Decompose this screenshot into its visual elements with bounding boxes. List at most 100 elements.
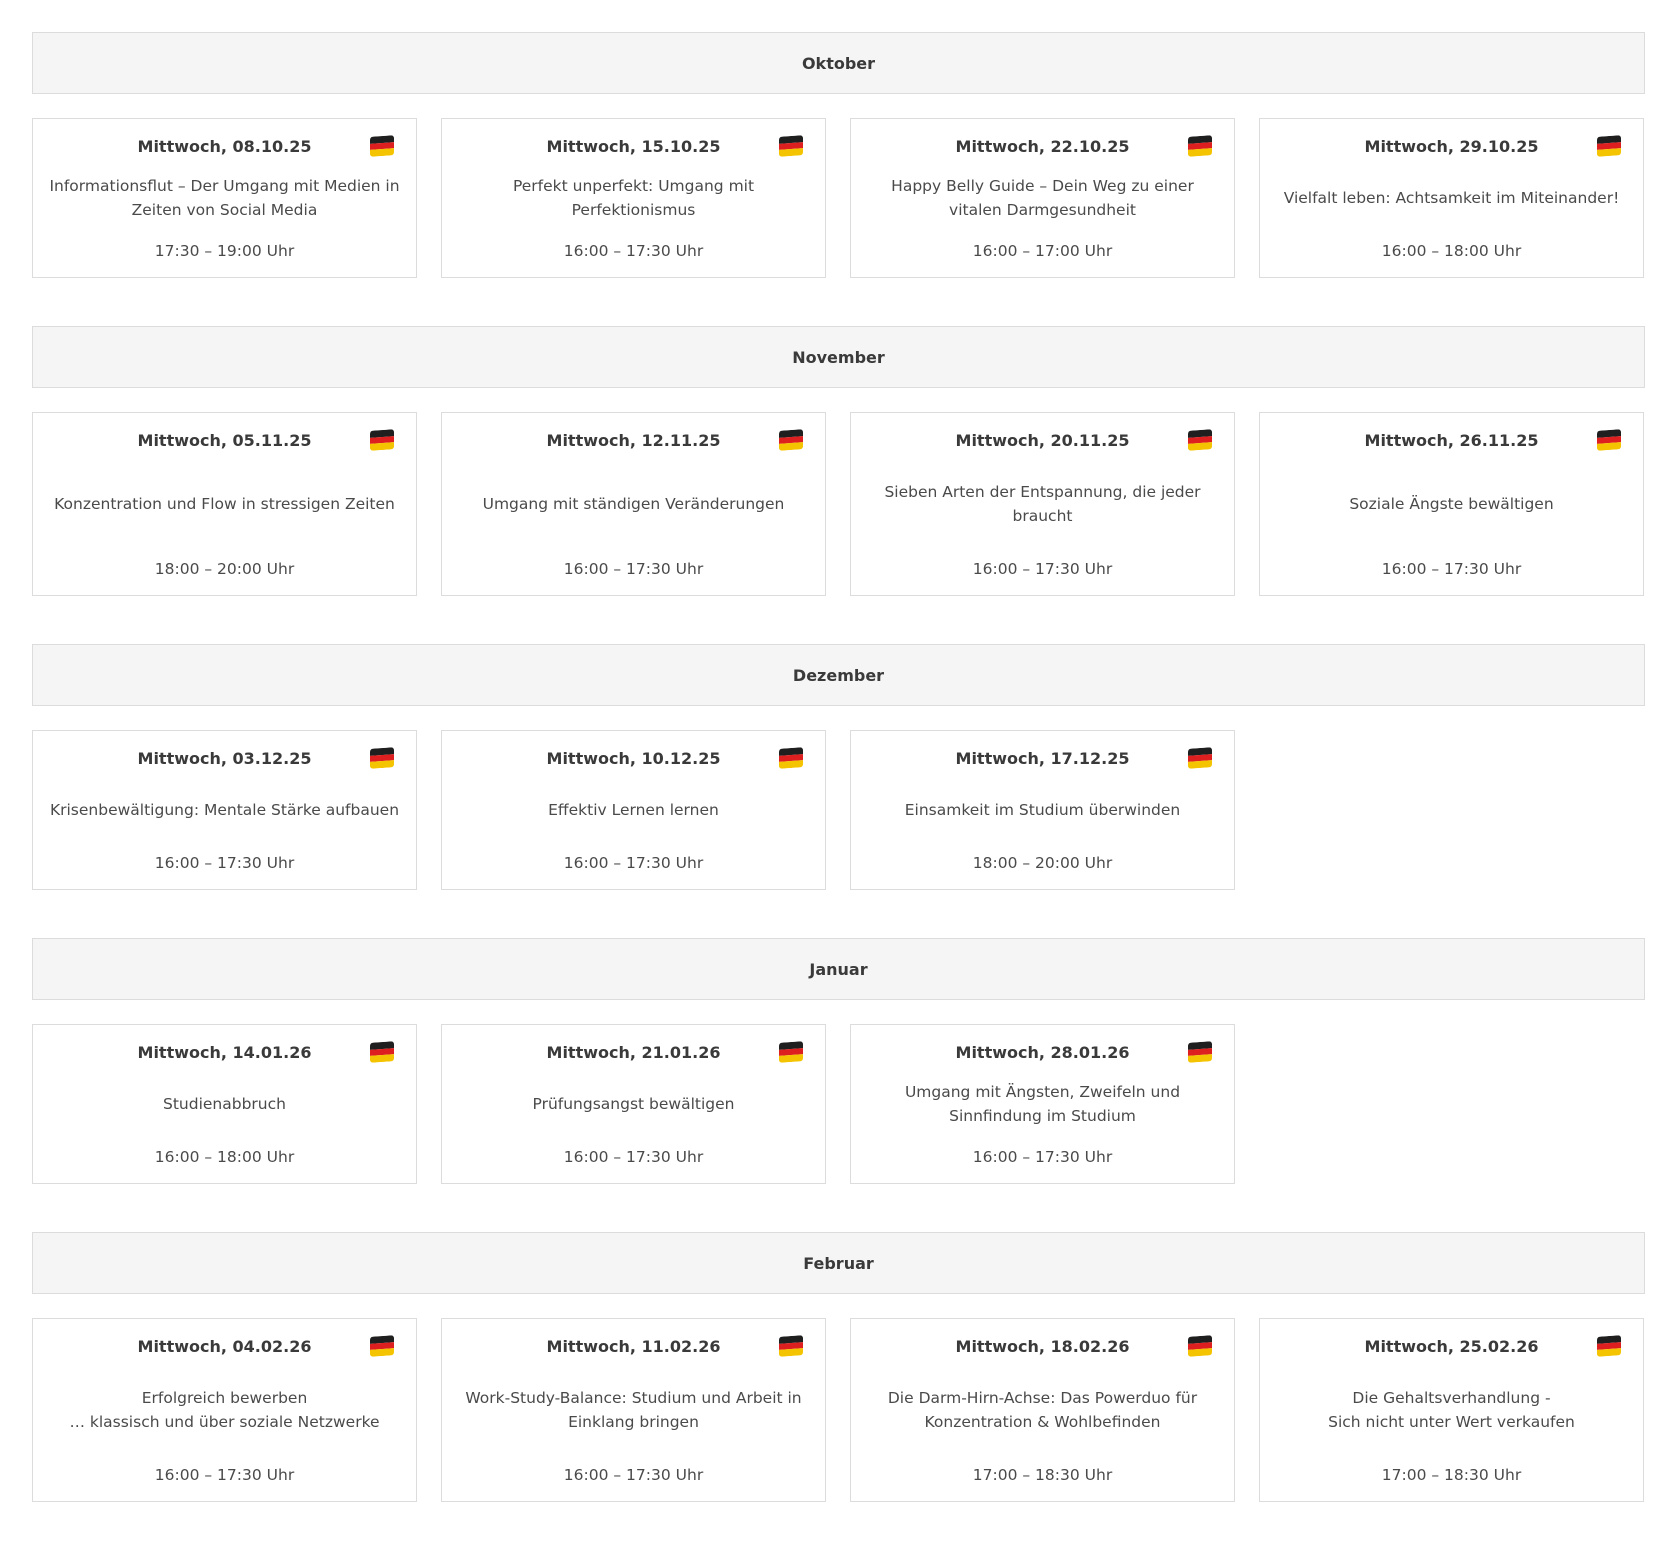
event-title: Studienabbruch (163, 1095, 286, 1113)
event-date: Mittwoch, 12.11.25 (546, 431, 721, 450)
german-flag-icon (370, 1041, 394, 1063)
event-schedule: Oktober Mittwoch, 08.10.25 Informationsf… (0, 0, 1645, 1502)
event-date: Mittwoch, 18.02.26 (955, 1337, 1130, 1356)
event-title: Vielfalt leben: Achtsamkeit im Miteinand… (1283, 189, 1620, 207)
event-time: 16:00 – 18:00 Uhr (1381, 242, 1522, 260)
german-flag-icon (1188, 1335, 1212, 1357)
event-time: 18:00 – 20:00 Uhr (154, 560, 295, 578)
event-date: Mittwoch, 10.12.25 (546, 749, 721, 768)
event-card[interactable]: Mittwoch, 05.11.25 Konzentration und Flo… (32, 412, 417, 596)
event-card[interactable]: Mittwoch, 03.12.25 Krisenbewältigung: Me… (32, 730, 417, 890)
event-date: Mittwoch, 17.12.25 (955, 749, 1130, 768)
month-section-november: November Mittwoch, 05.11.25 Konzentratio… (32, 326, 1645, 596)
month-header[interactable]: November (32, 326, 1645, 388)
german-flag-icon (370, 135, 394, 157)
event-card[interactable]: Mittwoch, 15.10.25 Perfekt unperfekt: Um… (441, 118, 826, 278)
event-card[interactable]: Mittwoch, 21.01.26 Prüfungsangst bewälti… (441, 1024, 826, 1184)
event-time: 18:00 – 20:00 Uhr (972, 854, 1113, 872)
event-date: Mittwoch, 11.02.26 (546, 1337, 721, 1356)
event-title: Umgang mit Ängsten, Zweifeln und Sinnfin… (904, 1083, 1181, 1125)
german-flag-icon (779, 135, 803, 157)
event-card[interactable]: Mittwoch, 12.11.25 Umgang mit ständigen … (441, 412, 826, 596)
event-date: Mittwoch, 04.02.26 (137, 1337, 312, 1356)
event-time: 16:00 – 17:30 Uhr (563, 854, 704, 872)
event-time: 16:00 – 17:30 Uhr (563, 1148, 704, 1166)
event-date: Mittwoch, 20.11.25 (955, 431, 1130, 450)
german-flag-icon (370, 1335, 394, 1357)
event-date: Mittwoch, 14.01.26 (137, 1043, 312, 1062)
event-title: Perfekt unperfekt: Umgang mit Perfektion… (512, 177, 755, 219)
event-time: 17:00 – 18:30 Uhr (972, 1466, 1113, 1484)
event-title: Die Gehaltsverhandlung - Sich nicht unte… (1328, 1389, 1575, 1431)
event-card[interactable]: Mittwoch, 11.02.26 Work-Study-Balance: S… (441, 1318, 826, 1502)
event-card[interactable]: Mittwoch, 17.12.25 Einsamkeit im Studium… (850, 730, 1235, 890)
event-time: 16:00 – 17:30 Uhr (563, 1466, 704, 1484)
event-date: Mittwoch, 08.10.25 (137, 137, 312, 156)
event-date: Mittwoch, 03.12.25 (137, 749, 312, 768)
event-time: 16:00 – 17:30 Uhr (972, 1148, 1113, 1166)
event-card[interactable]: Mittwoch, 25.02.26 Die Gehaltsverhandlun… (1259, 1318, 1644, 1502)
german-flag-icon (1188, 429, 1212, 451)
event-card[interactable]: Mittwoch, 14.01.26 Studienabbruch 16:00 … (32, 1024, 417, 1184)
german-flag-icon (779, 1041, 803, 1063)
german-flag-icon (1597, 1335, 1621, 1357)
event-time: 16:00 – 17:30 Uhr (154, 854, 295, 872)
event-title: Happy Belly Guide – Dein Weg zu einer vi… (891, 177, 1194, 219)
event-card[interactable]: Mittwoch, 04.02.26 Erfolgreich bewerben … (32, 1318, 417, 1502)
month-section-februar: Februar Mittwoch, 04.02.26 Erfolgreich b… (32, 1232, 1645, 1502)
german-flag-icon (779, 747, 803, 769)
event-time: 16:00 – 17:30 Uhr (563, 242, 704, 260)
event-title: Die Darm-Hirn-Achse: Das Powerduo für Ko… (887, 1389, 1198, 1431)
event-card-row: Mittwoch, 08.10.25 Informationsflut – De… (32, 118, 1645, 278)
month-header[interactable]: Dezember (32, 644, 1645, 706)
german-flag-icon (779, 429, 803, 451)
event-date: Mittwoch, 26.11.25 (1364, 431, 1539, 450)
month-header[interactable]: Oktober (32, 32, 1645, 94)
event-date: Mittwoch, 21.01.26 (546, 1043, 721, 1062)
event-card[interactable]: Mittwoch, 28.01.26 Umgang mit Ängsten, Z… (850, 1024, 1235, 1184)
month-header[interactable]: Februar (32, 1232, 1645, 1294)
event-title: Einsamkeit im Studium überwinden (904, 801, 1181, 819)
event-title: Erfolgreich bewerben … klassisch und übe… (69, 1389, 380, 1431)
event-card[interactable]: Mittwoch, 20.11.25 Sieben Arten der Ents… (850, 412, 1235, 596)
event-card-row: Mittwoch, 14.01.26 Studienabbruch 16:00 … (32, 1024, 1645, 1184)
event-time: 16:00 – 17:30 Uhr (563, 560, 704, 578)
event-card[interactable]: Mittwoch, 18.02.26 Die Darm-Hirn-Achse: … (850, 1318, 1235, 1502)
event-card[interactable]: Mittwoch, 29.10.25 Vielfalt leben: Achts… (1259, 118, 1644, 278)
event-date: Mittwoch, 25.02.26 (1364, 1337, 1539, 1356)
event-title: Krisenbewältigung: Mentale Stärke aufbau… (49, 801, 400, 819)
event-title: Sieben Arten der Entspannung, die jeder … (884, 483, 1201, 525)
event-time: 16:00 – 18:00 Uhr (154, 1148, 295, 1166)
german-flag-icon (1597, 429, 1621, 451)
event-title: Konzentration und Flow in stressigen Zei… (54, 495, 395, 513)
event-card[interactable]: Mittwoch, 26.11.25 Soziale Ängste bewält… (1259, 412, 1644, 596)
german-flag-icon (779, 1335, 803, 1357)
event-time: 17:00 – 18:30 Uhr (1381, 1466, 1522, 1484)
german-flag-icon (1188, 1041, 1212, 1063)
event-title: Soziale Ängste bewältigen (1349, 495, 1554, 513)
event-time: 16:00 – 17:30 Uhr (154, 1466, 295, 1484)
event-card[interactable]: Mittwoch, 10.12.25 Effektiv Lernen lerne… (441, 730, 826, 890)
event-time: 16:00 – 17:30 Uhr (972, 560, 1113, 578)
event-card-row: Mittwoch, 04.02.26 Erfolgreich bewerben … (32, 1318, 1645, 1502)
event-time: 16:00 – 17:30 Uhr (1381, 560, 1522, 578)
event-title: Effektiv Lernen lernen (548, 801, 719, 819)
month-section-oktober: Oktober Mittwoch, 08.10.25 Informationsf… (32, 32, 1645, 278)
event-card[interactable]: Mittwoch, 08.10.25 Informationsflut – De… (32, 118, 417, 278)
event-title: Work-Study-Balance: Studium und Arbeit i… (465, 1389, 802, 1431)
event-card-row: Mittwoch, 03.12.25 Krisenbewältigung: Me… (32, 730, 1645, 890)
german-flag-icon (370, 747, 394, 769)
month-section-dezember: Dezember Mittwoch, 03.12.25 Krisenbewält… (32, 644, 1645, 890)
event-title: Prüfungsangst bewältigen (532, 1095, 735, 1113)
month-header[interactable]: Januar (32, 938, 1645, 1000)
event-card[interactable]: Mittwoch, 22.10.25 Happy Belly Guide – D… (850, 118, 1235, 278)
german-flag-icon (1188, 135, 1212, 157)
german-flag-icon (1597, 135, 1621, 157)
event-date: Mittwoch, 29.10.25 (1364, 137, 1539, 156)
event-time: 17:30 – 19:00 Uhr (154, 242, 295, 260)
event-time: 16:00 – 17:00 Uhr (972, 242, 1113, 260)
month-section-januar: Januar Mittwoch, 14.01.26 Studienabbruch… (32, 938, 1645, 1184)
german-flag-icon (1188, 747, 1212, 769)
event-date: Mittwoch, 22.10.25 (955, 137, 1130, 156)
event-date: Mittwoch, 05.11.25 (137, 431, 312, 450)
